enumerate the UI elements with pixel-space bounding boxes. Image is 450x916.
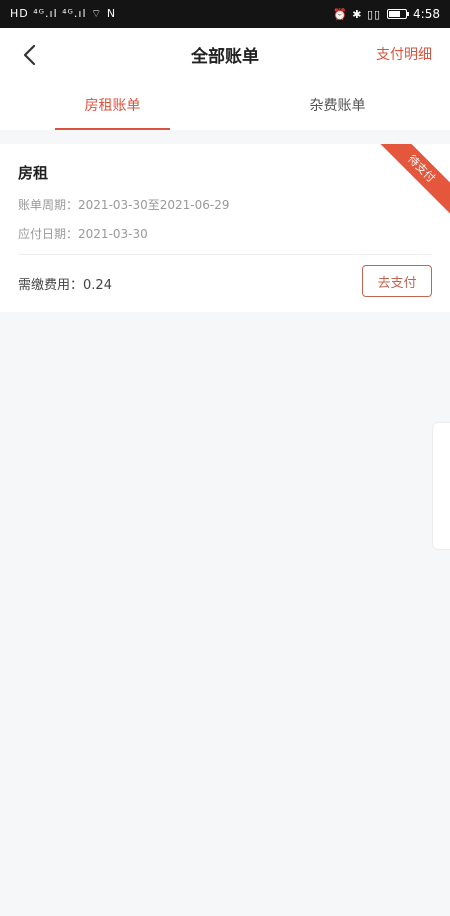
battery-icon (387, 9, 410, 19)
tab-rent-bills[interactable]: 房租账单 (0, 80, 225, 130)
tab-label: 杂费账单 (309, 98, 366, 114)
fee-label: 需缴费用 (18, 278, 71, 293)
bill-due-date: 应付日期：2021-03-30 (18, 227, 148, 241)
system-icons: ⏰ ✱ ▯▯ (333, 7, 382, 21)
pay-button[interactable]: 去支付 (362, 265, 432, 297)
period-value: 2021-03-30至2021-06-29 (78, 198, 230, 212)
bill-card: 待支付 房租 账单周期：2021-03-30至2021-06-29 应付日期：2… (0, 144, 450, 312)
nav-header: 全部账单 支付明细 (0, 28, 450, 80)
status-left-icons: HD ⁴ᴳ.ıl ⁴ᴳ.ıl ⌔ N (10, 7, 116, 21)
status-ribbon: 待支付 (374, 144, 450, 216)
bill-period: 账单周期：2021-03-30至2021-06-29 (18, 198, 230, 212)
fee-value: 0.24 (83, 278, 112, 293)
due-label: 应付日期 (18, 227, 67, 241)
period-label: 账单周期 (18, 198, 67, 212)
status-right-icons: ⏰ ✱ ▯▯ 4:58 (333, 7, 440, 21)
tab-label: 房租账单 (84, 98, 141, 114)
status-time: 4:58 (413, 7, 440, 21)
payment-detail-link[interactable]: 支付明细 (376, 44, 432, 64)
due-value: 2021-03-30 (78, 227, 148, 241)
status-bar: HD ⁴ᴳ.ıl ⁴ᴳ.ıl ⌔ N ⏰ ✱ ▯▯ 4:58 (0, 0, 450, 28)
bill-title: 房租 (18, 164, 49, 182)
edge-drawer-handle[interactable] (432, 422, 450, 550)
tab-misc-bills[interactable]: 杂费账单 (225, 80, 450, 130)
network-icons: HD ⁴ᴳ.ıl ⁴ᴳ.ıl ⌔ N (10, 7, 117, 20)
divider (18, 254, 432, 255)
bill-tabs: 房租账单 杂费账单 (0, 80, 450, 130)
fee-amount: 需缴费用：0.24 (18, 278, 112, 293)
